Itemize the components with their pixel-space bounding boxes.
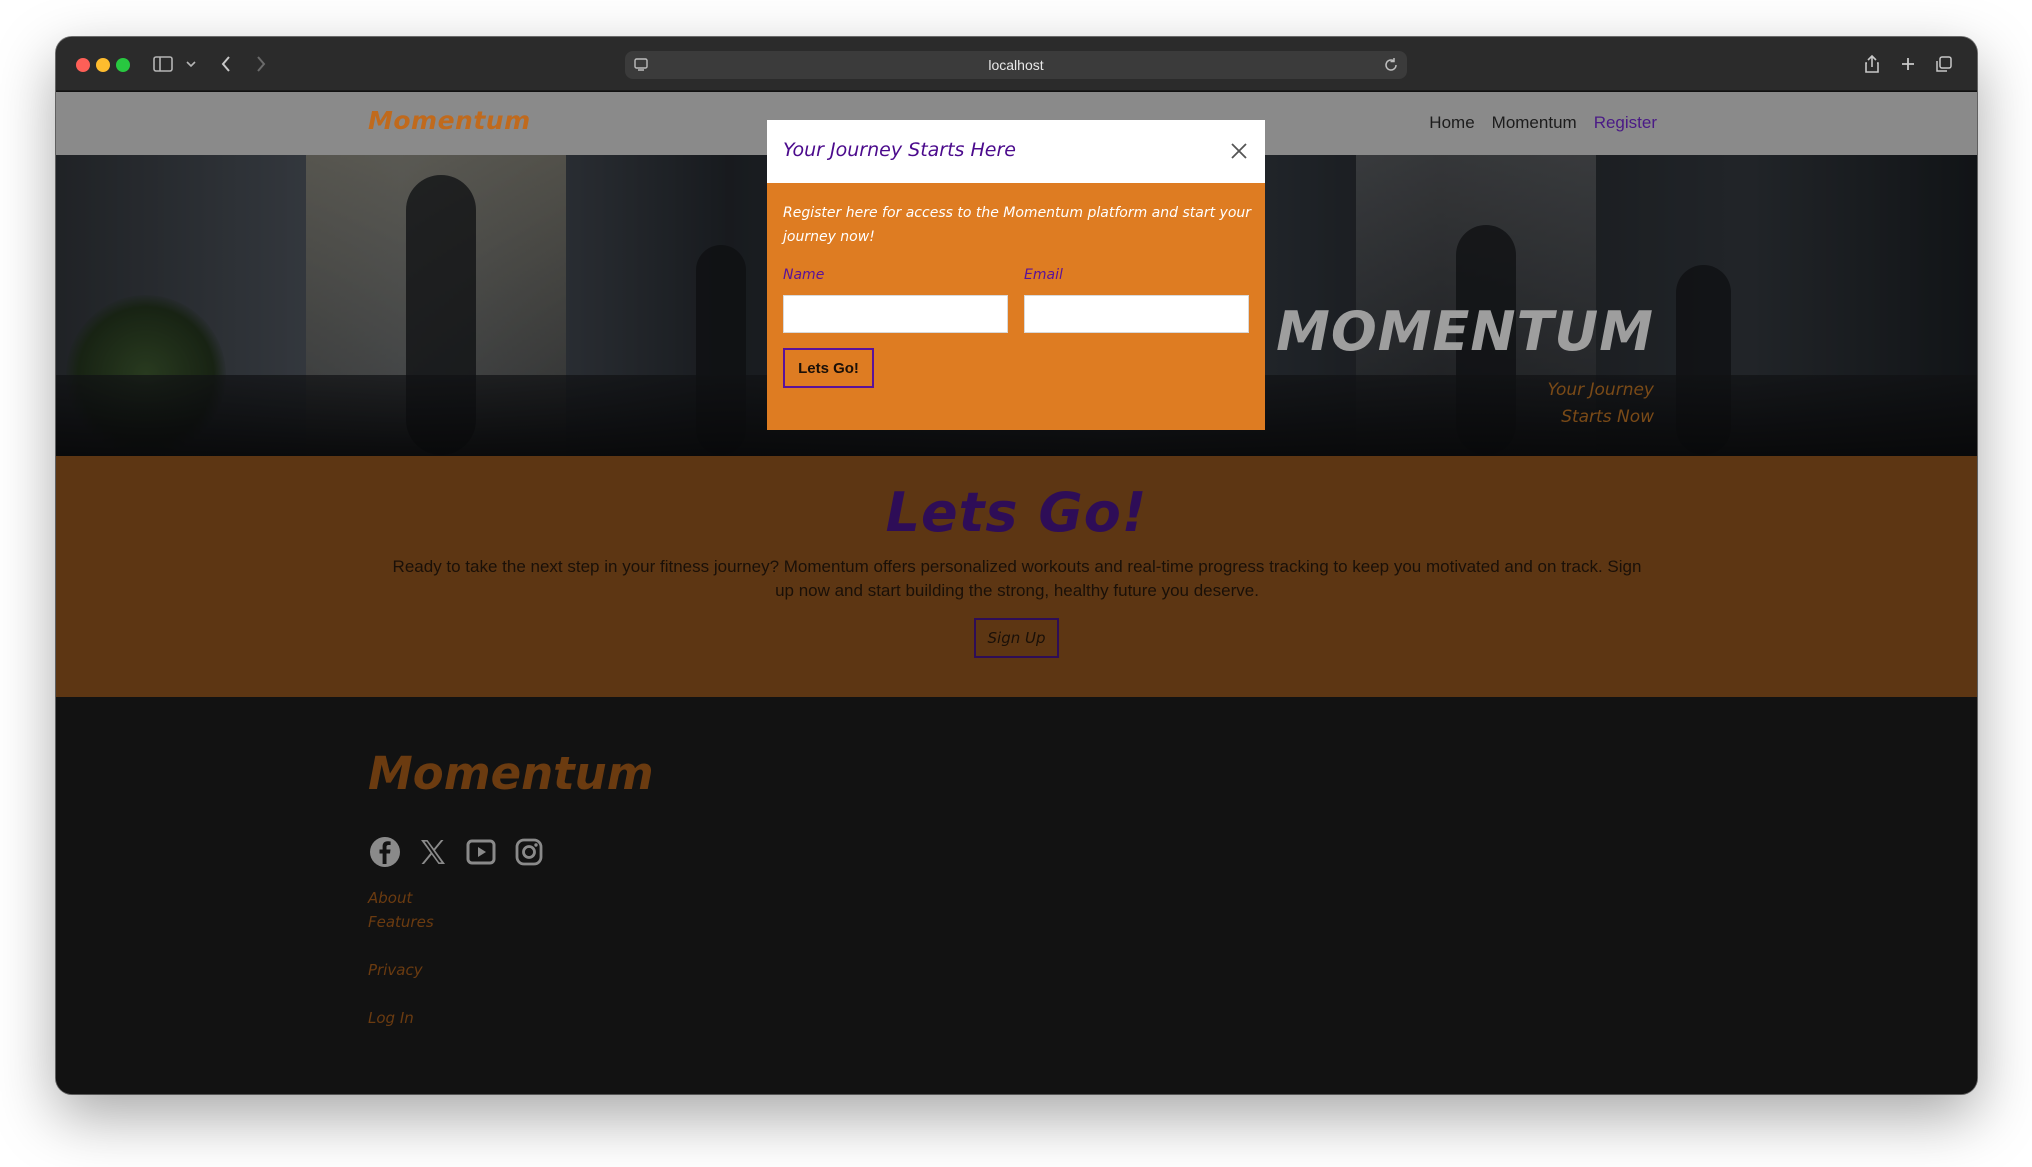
close-window-button[interactable] [76,58,90,72]
modal-title: Your Journey Starts Here [783,139,1016,161]
minimize-window-button[interactable] [96,58,110,72]
tab-overview-icon[interactable] [1934,51,1954,77]
name-field[interactable] [783,295,1008,333]
reload-icon[interactable] [1383,57,1399,76]
modal-description: Register here for access to the Momentum… [783,205,1252,245]
email-field[interactable] [1024,295,1249,333]
register-modal: Your Journey Starts Here Register here f… [767,120,1265,430]
zoom-window-button[interactable] [116,58,130,72]
modal-header: Your Journey Starts Here [767,120,1265,183]
url-text: localhost [988,57,1044,73]
forward-icon[interactable] [251,51,271,77]
back-icon[interactable] [216,51,236,77]
new-tab-icon[interactable] [1898,51,1918,77]
lets-go-button[interactable]: Lets Go! [783,348,874,388]
name-label: Name [783,267,825,283]
close-icon[interactable] [1227,139,1251,163]
email-label: Email [1024,267,1063,283]
page-viewport: Momentum Home Momentum Register MOMENTUM… [56,92,1977,1094]
browser-titlebar: localhost [56,37,1977,91]
site-settings-icon[interactable] [633,57,649,76]
share-icon[interactable] [1862,51,1882,77]
sidebar-toggle-icon[interactable] [152,51,174,77]
browser-window: localhost Momentum Home Momentum Registe… [56,37,1977,1094]
address-bar[interactable]: localhost [625,51,1407,79]
chevron-down-icon[interactable] [185,51,197,77]
